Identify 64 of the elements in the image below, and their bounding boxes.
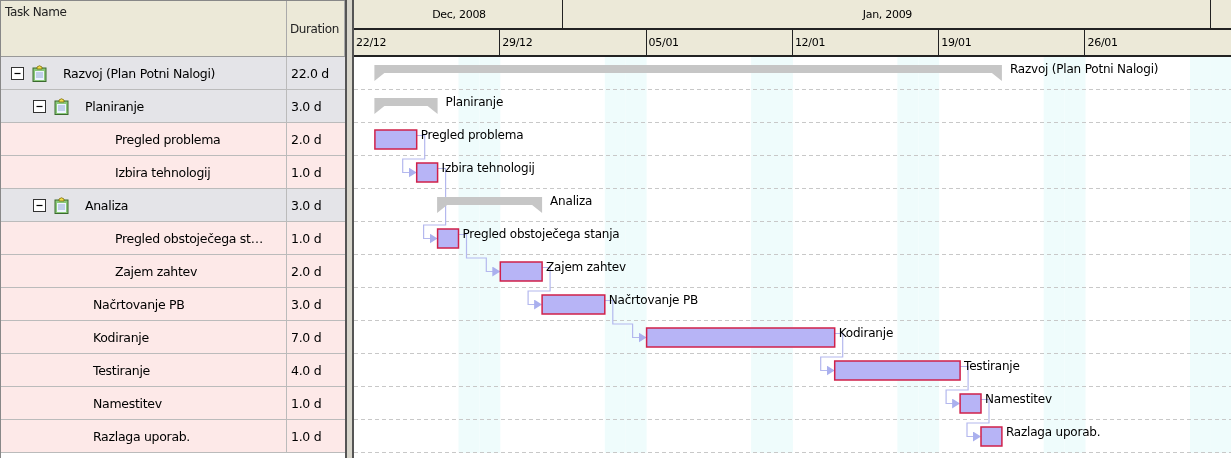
bar-label: Namestitev	[985, 392, 1052, 406]
task-name: Planiranje	[85, 98, 144, 114]
month-header: Jan, 2009	[563, 0, 1211, 28]
collapse-toggle[interactable]	[33, 198, 46, 212]
task-bar[interactable]	[980, 426, 1003, 447]
column-header[interactable]: Duration	[287, 1, 345, 56]
collapse-toggle[interactable]	[11, 66, 24, 80]
task-bar[interactable]	[959, 393, 982, 414]
task-name: Načrtovanje PB	[93, 296, 185, 312]
bar-label: Pregled problema	[420, 128, 524, 142]
task-bar[interactable]	[436, 228, 460, 249]
bar-label: Kodiranje	[838, 326, 894, 340]
task-name: Zajem zahtev	[115, 263, 198, 279]
bar-label: Izbira tehnologij	[441, 161, 535, 175]
task-name: Razvoj (Plan Potni Nalogi)	[63, 65, 216, 81]
task-duration: 4.0 d	[291, 362, 322, 378]
task-name: Pregled problema	[115, 131, 221, 147]
task-name: Izbira tehnologij	[115, 164, 211, 180]
task-bar[interactable]	[833, 360, 961, 381]
bar-label: Planiranje	[445, 95, 504, 109]
task-duration: 1.0 d	[291, 428, 322, 444]
week-header: 29/12	[500, 30, 647, 55]
bar-label: Razvoj (Plan Potni Nalogi)	[1009, 62, 1159, 76]
week-header: 19/01	[939, 30, 1086, 55]
column-header[interactable]: Task Name	[1, 1, 287, 56]
task-duration: 1.0 d	[291, 230, 322, 246]
bar-label: Načrtovanje PB	[608, 293, 698, 307]
task-bar[interactable]	[541, 294, 606, 315]
month-header	[1210, 0, 1231, 28]
pane-splitter[interactable]	[345, 0, 354, 458]
bar-label: Testiranje	[964, 359, 1020, 373]
bar-label: Zajem zahtev	[546, 260, 626, 274]
task-duration: 3.0 d	[291, 197, 322, 213]
week-header: 26/01	[1085, 30, 1231, 55]
task-duration: 2.0 d	[291, 131, 322, 147]
task-duration: 3.0 d	[291, 296, 322, 312]
bar-label: Razlaga uporab.	[1005, 425, 1101, 439]
month-header: Dec, 2008	[354, 0, 563, 28]
task-bar[interactable]	[415, 162, 439, 183]
task-bar[interactable]	[499, 261, 543, 282]
task-name: Analiza	[85, 197, 129, 213]
task-duration: 3.0 d	[291, 98, 322, 114]
week-header: 05/01	[646, 30, 793, 55]
task-duration: 7.0 d	[291, 329, 322, 345]
clipboard-icon	[32, 64, 47, 82]
summary-bar	[374, 98, 438, 114]
collapse-toggle[interactable]	[33, 99, 46, 113]
bar-label: Analiza	[550, 194, 593, 208]
week-header: 12/01	[792, 30, 940, 55]
task-duration: 22.0 d	[291, 65, 329, 81]
task-name: Testiranje	[93, 362, 150, 378]
bar-label: Pregled obstoječega stanja	[462, 227, 620, 241]
task-name: Pregled obstoječega st…	[115, 230, 263, 246]
clipboard-icon	[54, 196, 69, 214]
task-duration: 2.0 d	[291, 263, 322, 279]
clipboard-icon	[54, 97, 69, 115]
task-name: Namestitev	[93, 395, 162, 411]
task-name: Razlaga uporab.	[93, 428, 191, 444]
task-bar[interactable]	[645, 327, 836, 348]
task-bar[interactable]	[374, 129, 418, 150]
task-name: Kodiranje	[93, 329, 149, 345]
task-duration: 1.0 d	[291, 164, 322, 180]
task-duration: 1.0 d	[291, 395, 322, 411]
week-header: 22/12	[354, 30, 501, 55]
